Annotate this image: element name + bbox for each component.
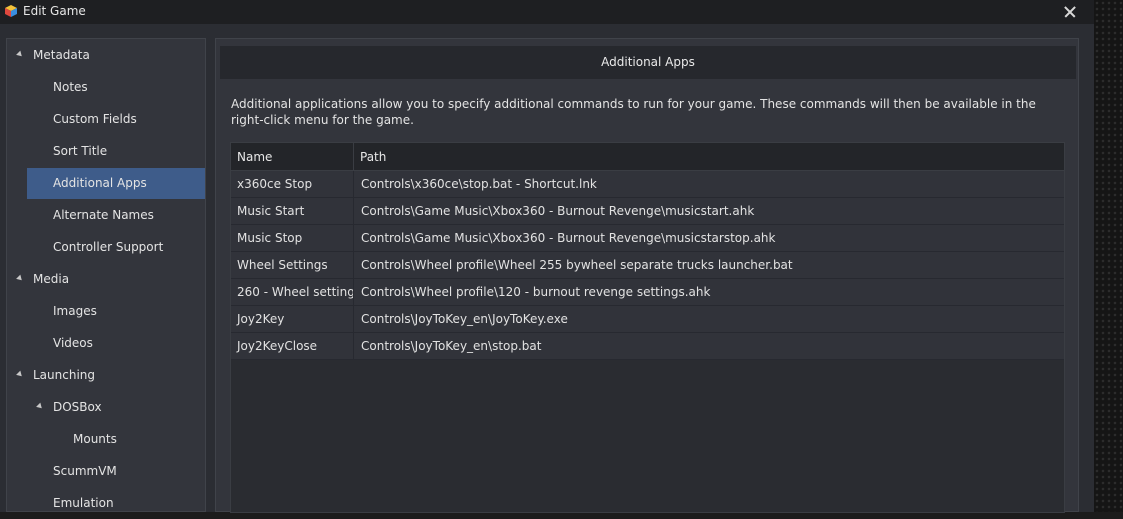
table-row[interactable]: Joy2KeyClose Controls\JoyToKey_en\stop.ba… — [231, 333, 1064, 360]
table-row[interactable]: Music Start Controls\Game Music\Xbox360 -… — [231, 198, 1064, 225]
sidebar-item-emulation[interactable]: Emulation — [7, 488, 205, 519]
panel-header: Additional Apps — [220, 46, 1076, 79]
sidebar-item-controller-support[interactable]: Controller Support — [7, 232, 205, 263]
cell-name: Music Stop — [231, 225, 354, 251]
sidebar-item-label: Launching — [33, 368, 96, 382]
cell-name: Joy2KeyClose — [231, 333, 354, 359]
cell-name: x360ce Stop — [231, 171, 354, 197]
sidebar-item-label: Notes — [53, 80, 88, 94]
sidebar-item-notes[interactable]: Notes — [7, 72, 205, 103]
cell-name: Music Start — [231, 198, 354, 224]
additional-apps-table[interactable]: Name Path x360ce Stop Controls\x360ce\sto… — [230, 142, 1065, 513]
sidebar-item-label: Custom Fields — [53, 112, 137, 126]
cell-name: Joy2Key — [231, 306, 354, 332]
close-button[interactable] — [1058, 1, 1082, 23]
sidebar-item-scummvm[interactable]: ScummVM — [7, 456, 205, 487]
table-row[interactable]: Music Stop Controls\Game Music\Xbox360 - … — [231, 225, 1064, 252]
table-row[interactable]: Joy2Key Controls\JoyToKey_en\JoyToKey.exe — [231, 306, 1064, 333]
sidebar-item-label: Emulation — [53, 496, 114, 510]
cell-path: Controls\Game Music\Xbox360 - Burnout Re… — [361, 204, 755, 218]
cell-path: Controls\Game Music\Xbox360 - Burnout Re… — [361, 231, 776, 245]
expand-arrow-icon[interactable] — [16, 50, 24, 59]
expand-arrow-icon[interactable] — [36, 402, 44, 411]
sidebar-tree: Metadata Notes Custom Fields Sort Title Addi… — [6, 38, 206, 512]
table-row[interactable]: 260 - Wheel settings Controls\Wheel profi… — [231, 279, 1064, 306]
sidebar-item-label: Additional Apps — [53, 176, 147, 190]
cell-path: Controls\Wheel profile\120 - burnout rev… — [361, 285, 711, 299]
additional-apps-panel: Additional Apps Additional applications … — [215, 38, 1079, 513]
sidebar-item-label: Metadata — [33, 48, 90, 62]
expand-arrow-icon[interactable] — [16, 370, 24, 379]
cell-name: Wheel Settings — [231, 252, 354, 278]
panel-title: Additional Apps — [601, 55, 695, 69]
table-row[interactable]: Wheel Settings Controls\Wheel profile\Whe… — [231, 252, 1064, 279]
sidebar-item-label: DOSBox — [53, 400, 102, 414]
window-title: Edit Game — [23, 4, 86, 18]
sidebar-item-label: Controller Support — [53, 240, 164, 254]
title-bar: Edit Game — [0, 0, 1094, 24]
column-header-path[interactable]: Path — [354, 143, 1064, 171]
sidebar-item-label: Images — [53, 304, 97, 318]
cell-path: Controls\JoyToKey_en\stop.bat — [361, 339, 542, 353]
sidebar-item-label: Sort Title — [53, 144, 108, 158]
sidebar-item-alternate-names[interactable]: Alternate Names — [7, 200, 205, 231]
table-row[interactable]: x360ce Stop Controls\x360ce\stop.bat - Sh… — [231, 171, 1064, 198]
sidebar-item-dosbox[interactable]: DOSBox — [7, 392, 205, 423]
cell-path: Controls\Wheel profile\Wheel 255 bywheel… — [361, 258, 793, 272]
edit-game-window: Edit Game Metadata Notes Custom Fields Sort… — [0, 0, 1094, 513]
sidebar-item-custom-fields[interactable]: Custom Fields — [7, 104, 205, 135]
cell-path: Controls\x360ce\stop.bat - Shortcut.lnk — [361, 177, 597, 191]
panel-description: Additional applications allow you to spe… — [231, 97, 1036, 127]
sidebar-item-label: Alternate Names — [53, 208, 154, 222]
column-header-name[interactable]: Name — [231, 143, 354, 171]
sidebar-item-media[interactable]: Media — [7, 264, 205, 295]
sidebar-item-label: Mounts — [73, 432, 117, 446]
sidebar-item-label: Media — [33, 272, 70, 286]
sidebar-item-additional-apps[interactable]: Additional Apps — [27, 168, 205, 199]
sidebar-item-images[interactable]: Images — [7, 296, 205, 327]
sidebar-item-launching[interactable]: Launching — [7, 360, 205, 391]
launchbox-cube-icon — [5, 5, 17, 17]
sidebar-item-sort-title[interactable]: Sort Title — [7, 136, 205, 167]
sidebar-item-mounts[interactable]: Mounts — [7, 424, 205, 455]
sidebar-item-label: Videos — [53, 336, 93, 350]
sidebar-item-label: ScummVM — [53, 464, 117, 478]
table-header: Name Path — [231, 143, 1064, 171]
expand-arrow-icon[interactable] — [16, 274, 24, 283]
sidebar-item-metadata[interactable]: Metadata — [7, 40, 205, 71]
cell-path: Controls\JoyToKey_en\JoyToKey.exe — [361, 312, 568, 326]
cell-name: 260 - Wheel settings — [231, 279, 354, 305]
sidebar-item-videos[interactable]: Videos — [7, 328, 205, 359]
background-pattern — [1094, 0, 1123, 512]
